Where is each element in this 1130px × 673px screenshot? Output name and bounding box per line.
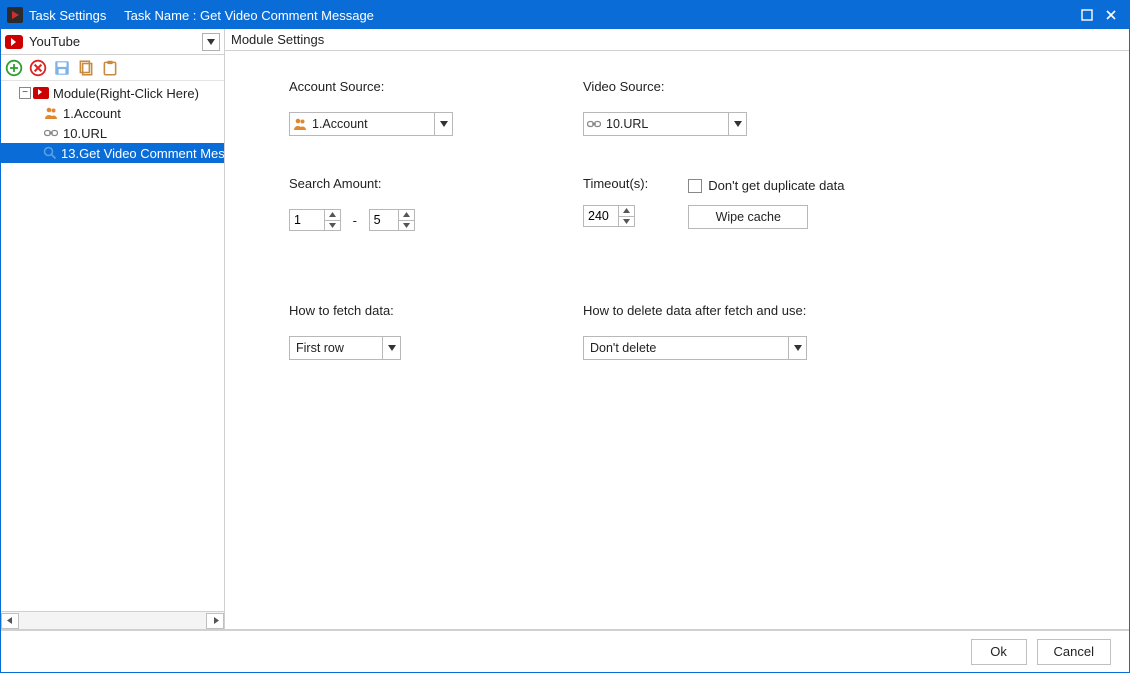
tree-item-url[interactable]: 10.URL [1,123,224,143]
spinner-up-button[interactable] [399,210,414,221]
fetch-mode-value: First row [290,341,382,355]
spinner-down-button[interactable] [399,221,414,231]
youtube-icon [5,35,23,49]
link-icon [43,125,59,141]
account-source-value: 1.Account [310,117,434,131]
chevron-down-icon[interactable] [434,113,452,135]
platform-selector[interactable]: YouTube [1,29,224,55]
search-min-input[interactable] [290,210,324,230]
title-bar: Task Settings Task Name : Get Video Comm… [1,1,1129,29]
spinner-up-button[interactable] [325,210,340,221]
magnifier-icon [43,145,57,161]
chevron-down-icon[interactable] [728,113,746,135]
app-icon [7,7,23,23]
platform-label: YouTube [29,34,202,49]
ok-label: Ok [990,644,1007,659]
fetch-label: How to fetch data: [289,303,583,318]
duplicate-checkbox[interactable]: Don't get duplicate data [688,178,844,193]
module-settings-header: Module Settings [225,29,1129,51]
link-icon [584,119,604,129]
dialog-footer: Ok Cancel [1,630,1129,672]
delete-icon[interactable] [29,59,47,77]
search-max-spinner[interactable] [369,209,415,231]
title-text: Task Settings Task Name : Get Video Comm… [29,8,374,23]
cancel-label: Cancel [1054,644,1094,659]
tree-item-label: 13.Get Video Comment Message [61,146,224,161]
chevron-down-icon[interactable] [382,337,400,359]
tree-item-get-video-comment[interactable]: 13.Get Video Comment Message [1,143,224,163]
duplicate-checkbox-label: Don't get duplicate data [708,178,844,193]
tree-root[interactable]: − Module(Right-Click Here) [1,83,224,103]
add-icon[interactable] [5,59,23,77]
spinner-down-button[interactable] [325,221,340,231]
title-label: Task Settings [29,8,106,23]
spinner-down-button[interactable] [619,217,634,227]
window-maximize-button[interactable] [1075,5,1099,25]
cancel-button[interactable]: Cancel [1037,639,1111,665]
main-panel: Module Settings Account Source: 1.Accoun… [225,29,1129,629]
paste-icon[interactable] [101,59,119,77]
search-amount-label: Search Amount: [289,176,583,191]
wipe-cache-label: Wipe cache [716,210,781,224]
tree-root-label: Module(Right-Click Here) [53,86,199,101]
tree-item-account[interactable]: 1.Account [1,103,224,123]
timeout-input[interactable] [584,206,618,226]
scroll-right-button[interactable] [206,613,224,629]
timeout-label: Timeout(s): [583,176,648,191]
window-close-button[interactable] [1099,5,1123,25]
video-source-label: Video Source: [583,79,943,94]
chevron-down-icon[interactable] [788,337,806,359]
sidebar-horizontal-scrollbar[interactable] [1,611,224,629]
delete-mode-value: Don't delete [584,341,788,355]
timeout-spinner[interactable] [583,205,635,227]
youtube-icon [33,85,49,101]
sidebar: YouTube − Module(Right-Click Here) [1,29,225,629]
checkbox-box[interactable] [688,179,702,193]
collapse-icon[interactable]: − [19,87,31,99]
fetch-mode-select[interactable]: First row [289,336,401,360]
sidebar-toolbar [1,55,224,81]
video-source-select[interactable]: 10.URL [583,112,747,136]
account-source-label: Account Source: [289,79,583,94]
delete-mode-select[interactable]: Don't delete [583,336,807,360]
scroll-left-button[interactable] [1,613,19,629]
task-name-label: Task Name : Get Video Comment Message [124,8,374,23]
copy-icon[interactable] [77,59,95,77]
tree-item-label: 1.Account [63,106,121,121]
spinner-up-button[interactable] [619,206,634,217]
range-dash: - [353,213,357,228]
account-source-select[interactable]: 1.Account [289,112,453,136]
search-min-spinner[interactable] [289,209,341,231]
save-icon[interactable] [53,59,71,77]
ok-button[interactable]: Ok [971,639,1027,665]
tree-item-label: 10.URL [63,126,107,141]
delete-label: How to delete data after fetch and use: [583,303,943,318]
platform-dropdown-button[interactable] [202,33,220,51]
video-source-value: 10.URL [604,117,728,131]
module-tree: − Module(Right-Click Here) 1.Account 10.… [1,81,224,611]
people-icon [43,105,59,121]
wipe-cache-button[interactable]: Wipe cache [688,205,808,229]
people-icon [290,117,310,131]
search-max-input[interactable] [370,210,398,230]
